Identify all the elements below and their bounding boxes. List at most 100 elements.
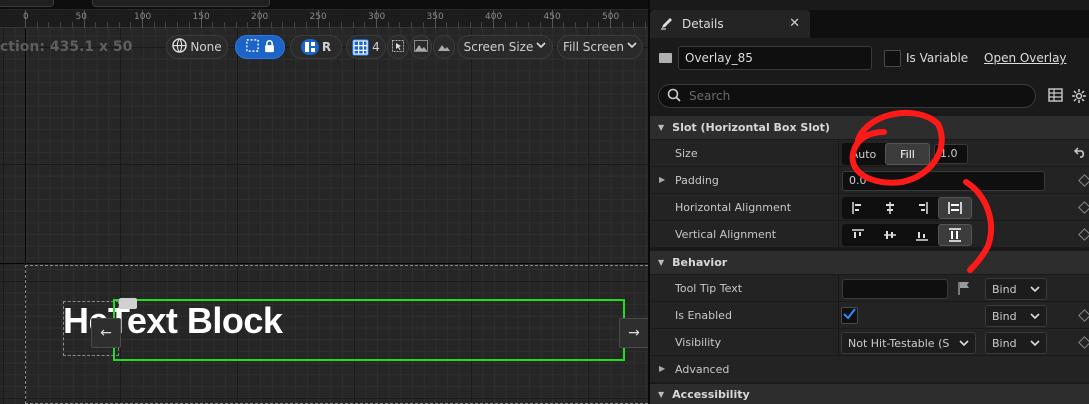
toolbar-tab[interactable] <box>92 0 270 7</box>
mountain-icon <box>414 39 428 55</box>
reset-arrow-icon[interactable] <box>1073 146 1087 161</box>
size-fill-option[interactable]: Fill <box>885 143 930 165</box>
ruler-minor-tick <box>645 22 647 28</box>
ruler-minor-tick <box>574 22 576 28</box>
triangle-right-icon[interactable]: ▶ <box>659 364 665 373</box>
tool-tip-label: Tool Tip Text <box>675 282 743 295</box>
ruler-tick-label: 150 <box>192 12 210 22</box>
triangle-down-icon: ▼ <box>658 258 665 267</box>
tool-tip-field[interactable] <box>842 279 948 299</box>
search-box[interactable] <box>658 84 1036 108</box>
ruler-minor-tick <box>223 22 225 28</box>
mountain-icon <box>437 40 451 55</box>
reset-diamond-icon[interactable] <box>1078 228 1089 241</box>
select-tool-button[interactable] <box>387 35 409 59</box>
grid-snap-button[interactable]: 4 <box>346 35 386 59</box>
reset-diamond-icon[interactable] <box>1078 309 1089 322</box>
behavior-category-title: Behavior <box>672 256 728 269</box>
move-left-button[interactable]: ← <box>91 318 121 348</box>
is-enabled-bind-dropdown[interactable]: Bind <box>985 305 1047 327</box>
ruler-tick-label: 450 <box>543 12 561 22</box>
reset-diamond-icon[interactable] <box>1078 336 1089 349</box>
open-overlay-link[interactable]: Open Overlay <box>984 51 1067 65</box>
size-rule-selector[interactable]: Auto Fill <box>842 143 930 165</box>
advanced-row[interactable]: ▶ Advanced <box>650 356 1089 383</box>
ruler-minor-tick <box>340 22 342 28</box>
ruler-minor-tick <box>457 22 459 28</box>
is-variable-checkbox[interactable] <box>884 50 901 67</box>
toolbar-tab[interactable] <box>0 0 54 7</box>
widget-anchor-handle[interactable] <box>119 298 137 309</box>
widget-name-field[interactable]: Overlay_85 <box>678 46 872 70</box>
fill-screen-dropdown[interactable]: Fill Screen <box>557 35 643 59</box>
align-center-icon[interactable] <box>874 197 906 219</box>
safe-zone-toggle[interactable] <box>235 35 285 59</box>
respect-lock-button[interactable]: R <box>290 35 342 59</box>
details-tab[interactable]: Details ✕ <box>650 10 810 38</box>
tool-tip-bind-dropdown[interactable]: Bind <box>985 278 1047 300</box>
ruler-tick-label: 300 <box>368 12 386 22</box>
column-splitter <box>838 275 839 302</box>
align-fill-icon[interactable] <box>938 197 972 219</box>
arrow-right-icon: → <box>628 325 640 341</box>
move-right-button[interactable]: → <box>619 318 648 348</box>
horizontal-alignment-selector[interactable] <box>842 197 972 219</box>
is-enabled-checkbox[interactable] <box>841 307 858 324</box>
align-top-icon[interactable] <box>842 224 874 246</box>
globe-icon <box>172 38 188 56</box>
triangle-right-icon[interactable]: ▶ <box>659 175 665 184</box>
size-label: Size <box>675 147 698 160</box>
widget-name-row: Overlay_85 Is Variable Open Overlay <box>650 44 1089 72</box>
column-splitter <box>838 302 839 329</box>
align-bottom-icon[interactable] <box>906 224 938 246</box>
advanced-label: Advanced <box>675 363 730 376</box>
designer-canvas[interactable]: 0 50 100 150 200 250 300 350 400 450 500 ction: 43… <box>0 0 648 404</box>
ruler-minor-tick <box>352 22 354 28</box>
visibility-dropdown[interactable]: Not Hit-Testable (S <box>841 332 976 354</box>
background-button[interactable] <box>433 35 455 59</box>
localization-button[interactable]: None <box>166 35 228 59</box>
ruler-minor-tick <box>294 22 296 28</box>
fill-screen-label: Fill Screen <box>562 40 625 54</box>
size-auto-option[interactable]: Auto <box>842 143 885 165</box>
align-middle-icon[interactable] <box>874 224 906 246</box>
respect-label: R <box>321 40 332 54</box>
search-icon <box>667 88 681 105</box>
ruler-minor-tick <box>106 22 108 28</box>
flag-icon[interactable] <box>957 281 971 298</box>
table-view-icon[interactable] <box>1048 88 1063 105</box>
ruler-tick-label: 0 <box>23 12 29 22</box>
fill-value-field[interactable]: 1.0 <box>934 144 968 164</box>
padding-field[interactable]: 0.0 <box>842 171 1045 191</box>
accessibility-category-header[interactable]: ▼ Accessibility <box>650 384 1089 404</box>
grid-icon <box>352 38 370 56</box>
ruler-minor-tick <box>621 22 623 28</box>
gear-icon[interactable] <box>1071 88 1087 107</box>
ruler-minor-tick <box>118 22 120 28</box>
details-tab-title: Details <box>682 17 724 31</box>
bind-label: Bind <box>992 309 1017 323</box>
ruler-minor-tick <box>481 22 483 28</box>
landscape-button[interactable] <box>410 35 432 59</box>
reset-diamond-icon[interactable] <box>1078 201 1089 214</box>
chevron-down-icon <box>1030 337 1040 350</box>
slot-category-header[interactable]: ▼ Slot (Horizontal Box Slot) <box>650 116 1089 139</box>
localization-label: None <box>190 40 222 54</box>
close-icon[interactable]: ✕ <box>789 16 800 31</box>
ruler-minor-tick <box>387 22 389 28</box>
behavior-category-header[interactable]: ▼ Behavior <box>650 251 1089 274</box>
visibility-bind-dropdown[interactable]: Bind <box>985 332 1047 354</box>
ruler-minor-tick <box>270 22 272 28</box>
search-input[interactable] <box>689 89 1009 103</box>
screen-size-dropdown[interactable]: Screen Size <box>457 35 553 59</box>
selected-overlay-widget[interactable] <box>113 299 625 361</box>
ruler-tick-label: 350 <box>426 12 444 22</box>
align-right-icon[interactable] <box>906 197 938 219</box>
cursor-icon <box>392 39 404 55</box>
vertical-alignment-selector[interactable] <box>842 224 972 246</box>
align-left-icon[interactable] <box>842 197 874 219</box>
reset-diamond-icon[interactable] <box>1078 174 1089 187</box>
ruler-tick-label: 400 <box>485 12 503 22</box>
align-fill-vertical-icon[interactable] <box>938 224 972 246</box>
pencil-icon <box>660 16 674 33</box>
